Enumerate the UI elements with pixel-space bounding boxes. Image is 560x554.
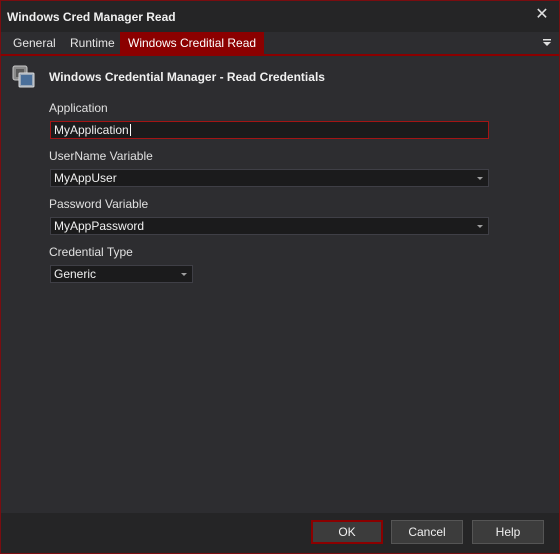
ok-button[interactable]: OK	[311, 520, 383, 544]
title-bar: Windows Cred Manager Read ✕	[1, 1, 559, 32]
username-variable-combo[interactable]: MyAppUser	[50, 169, 489, 187]
password-variable-value: MyAppPassword	[54, 219, 145, 233]
text-caret	[129, 124, 131, 136]
credential-manager-icon	[12, 65, 35, 88]
credential-type-select[interactable]: Generic	[50, 265, 193, 283]
username-variable-label: UserName Variable	[49, 149, 153, 163]
button-bar: OK Cancel Help	[1, 513, 559, 553]
page-title: Windows Credential Manager - Read Creden…	[49, 70, 325, 84]
chevron-down-icon[interactable]	[176, 266, 192, 282]
tab-runtime[interactable]: Runtime	[62, 32, 123, 54]
window-title: Windows Cred Manager Read	[7, 10, 176, 24]
dialog-window: Windows Cred Manager Read ✕ General Runt…	[0, 0, 560, 554]
password-variable-label: Password Variable	[49, 197, 149, 211]
tab-bar: General Runtime Windows Creditial Read	[1, 32, 559, 56]
help-button[interactable]: Help	[472, 520, 544, 544]
tab-menu-icon[interactable]	[541, 37, 553, 49]
content-panel: Windows Credential Manager - Read Creden…	[1, 56, 559, 513]
application-label: Application	[49, 101, 108, 115]
credential-type-label: Credential Type	[49, 245, 133, 259]
chevron-down-icon[interactable]	[472, 170, 488, 186]
application-value: MyApplication	[54, 123, 129, 137]
credential-type-value: Generic	[54, 267, 97, 281]
tab-general[interactable]: General	[5, 32, 64, 54]
application-input[interactable]: MyApplication	[50, 121, 489, 139]
cancel-button[interactable]: Cancel	[391, 520, 463, 544]
tab-windows-creditial-read[interactable]: Windows Creditial Read	[120, 32, 265, 54]
username-variable-value: MyAppUser	[54, 171, 117, 185]
chevron-down-icon[interactable]	[472, 218, 488, 234]
close-icon[interactable]: ✕	[533, 6, 551, 24]
password-variable-combo[interactable]: MyAppPassword	[50, 217, 489, 235]
